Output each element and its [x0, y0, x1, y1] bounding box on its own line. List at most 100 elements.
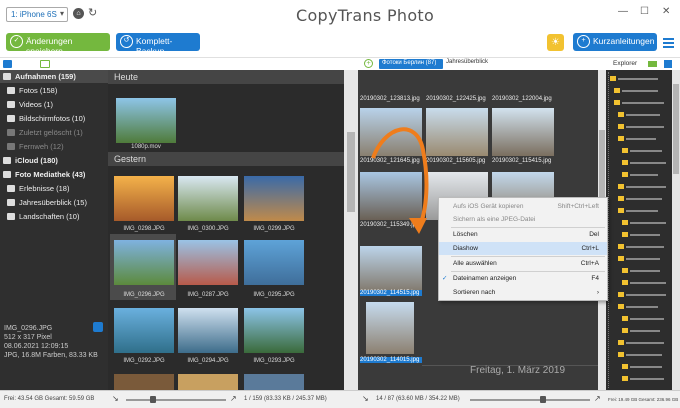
menu-item-slideshow[interactable]: Diashow Ctrl+L [439, 242, 607, 255]
photo-thumbnail[interactable] [178, 374, 238, 390]
photo-thumbnail[interactable] [178, 176, 238, 221]
folder-icon[interactable] [610, 76, 616, 81]
explorer-scrollbar[interactable] [672, 70, 680, 390]
album-icon [7, 199, 15, 206]
photo-thumbnail[interactable] [114, 374, 174, 390]
photo-thumbnail[interactable] [114, 308, 174, 353]
folder-icon[interactable] [622, 280, 628, 285]
tree-item-landschaften[interactable]: Landschaften (10) [0, 210, 108, 223]
device-zoom-slider[interactable] [126, 399, 226, 401]
video-thumbnail[interactable] [116, 98, 176, 143]
folder-icon[interactable] [618, 124, 624, 129]
folder-icon[interactable] [622, 364, 628, 369]
tree-item-screenshots[interactable]: Bildschirmfotos (10) [0, 112, 108, 125]
device-zoom-handle[interactable] [150, 396, 156, 403]
tree-item-photo-library[interactable]: Foto Mediathek (43) [0, 168, 108, 181]
folder-label [626, 258, 660, 260]
folder-icon[interactable] [618, 244, 624, 249]
close-icon[interactable]: ✕ [662, 6, 670, 17]
tree-item-erlebnisse[interactable]: Erlebnisse (18) [0, 182, 108, 195]
maximize-icon[interactable]: ☐ [640, 6, 649, 17]
folder-icon[interactable] [648, 61, 657, 67]
zoom-in-icon[interactable]: ↗ [594, 394, 601, 403]
minimize-icon[interactable]: — [618, 6, 628, 17]
zoom-out-icon[interactable]: ↘ [112, 394, 119, 403]
save-changes-button[interactable]: ✓ Änderungen speichern [6, 33, 110, 56]
folder-icon[interactable] [618, 352, 624, 357]
photo-thumbnail[interactable] [244, 240, 304, 285]
tree-item-icloud[interactable]: iCloud (180) [0, 154, 108, 167]
folder-icon[interactable] [618, 208, 624, 213]
photo-thumbnail[interactable] [360, 246, 422, 294]
video-icon [7, 101, 15, 108]
menu-item-show-filenames[interactable]: ✓ Dateinamen anzeigen F4 [439, 272, 607, 285]
folder-label [626, 306, 658, 308]
zoom-in-icon[interactable]: ↗ [230, 394, 237, 403]
folder-icon[interactable] [618, 136, 624, 141]
play-icon[interactable] [3, 60, 12, 68]
folder-icon[interactable] [622, 160, 628, 165]
photo-thumbnail[interactable] [178, 308, 238, 353]
tree-item-jahresueberblick[interactable]: Jahresüberblick (15) [0, 196, 108, 209]
folder-icon[interactable] [614, 100, 620, 105]
menu-item-select-all[interactable]: Alle auswählen Ctrl+A [439, 257, 607, 270]
photo-thumbnail[interactable] [114, 176, 174, 221]
scrollbar-thumb[interactable] [673, 84, 679, 174]
device-storage-text: Frei: 43.54 GB Gesamt: 59.59 GB [4, 396, 95, 402]
context-menu: Aufs iOS Gerät kopieren Shift+Ctrl+Left S… [438, 197, 608, 301]
folder-icon[interactable] [622, 268, 628, 273]
folder-label [626, 198, 662, 200]
folder-icon[interactable] [622, 328, 628, 333]
menu-item-sort-by[interactable]: Sortieren nach › [439, 286, 607, 299]
tree-item-recently-deleted[interactable]: Zuletzt gelöscht (1) [0, 126, 108, 139]
folder-icon[interactable] [618, 196, 624, 201]
tree-item-videos[interactable]: Videos (1) [0, 98, 108, 111]
folder-icon[interactable] [614, 88, 620, 93]
tab-berlin-album[interactable]: Фотоки Берлин (87) [379, 59, 443, 69]
tutorials-button[interactable]: + Kurzanleitungen [573, 33, 657, 51]
tree-item-fotos[interactable]: Fotos (158) [0, 84, 108, 97]
menu-item-copy-to-ios[interactable]: Aufs iOS Gerät kopieren Shift+Ctrl+Left [439, 200, 607, 213]
device-select[interactable]: 1: iPhone 6S ▾ [6, 7, 68, 22]
lock-icon[interactable]: ⌂ [73, 8, 84, 19]
folder-icon[interactable] [622, 220, 628, 225]
refresh-icon[interactable]: ↻ [88, 6, 97, 19]
folder-icon[interactable] [618, 256, 624, 261]
refresh-icon[interactable] [664, 60, 672, 68]
photo-thumbnail[interactable] [244, 374, 304, 390]
photo-thumbnail-selected[interactable] [114, 240, 174, 285]
menu-item-save-as-jpeg[interactable]: Sichern als eine JPEG-Datei [439, 213, 607, 226]
photo-thumbnail[interactable] [492, 108, 554, 156]
folder-icon[interactable] [618, 340, 624, 345]
folder-icon[interactable] [618, 304, 624, 309]
photo-thumbnail-selected[interactable] [366, 302, 414, 354]
folder-icon[interactable] [618, 112, 624, 117]
menu-icon[interactable] [663, 38, 674, 48]
lightbulb-icon[interactable]: ☀ [547, 34, 564, 51]
tree-item-fernweh[interactable]: Fernweh (12) [0, 140, 108, 153]
zoom-out-icon[interactable]: ↘ [362, 394, 369, 403]
pc-zoom-handle[interactable] [540, 396, 546, 403]
folder-icon[interactable] [618, 292, 624, 297]
folder-icon[interactable] [622, 172, 628, 177]
full-backup-button[interactable]: ↺ Komplett-Backup [116, 33, 200, 56]
date-header-yesterday: Gestern [108, 152, 344, 166]
new-album-icon[interactable] [40, 60, 50, 68]
scrollbar-thumb[interactable] [347, 132, 355, 212]
photo-thumbnail[interactable] [178, 240, 238, 285]
folder-icon[interactable] [618, 184, 624, 189]
scrollbar-thumb[interactable] [599, 130, 605, 200]
tab-jahresueberblick[interactable]: Jahresüberblick [446, 59, 488, 65]
folder-icon[interactable] [622, 316, 628, 321]
folder-icon[interactable] [622, 376, 628, 381]
pin-icon[interactable] [93, 322, 103, 332]
folder-label [626, 294, 666, 296]
folder-icon[interactable] [622, 148, 628, 153]
folder-icon[interactable] [622, 232, 628, 237]
pc-zoom-slider[interactable] [470, 399, 590, 401]
add-album-icon[interactable]: + [364, 59, 373, 68]
tree-item-aufnahmen[interactable]: Aufnahmen (159) [0, 70, 108, 83]
photo-thumbnail[interactable] [244, 308, 304, 353]
menu-item-delete[interactable]: Löschen Del [439, 228, 607, 241]
photo-thumbnail[interactable] [244, 176, 304, 221]
